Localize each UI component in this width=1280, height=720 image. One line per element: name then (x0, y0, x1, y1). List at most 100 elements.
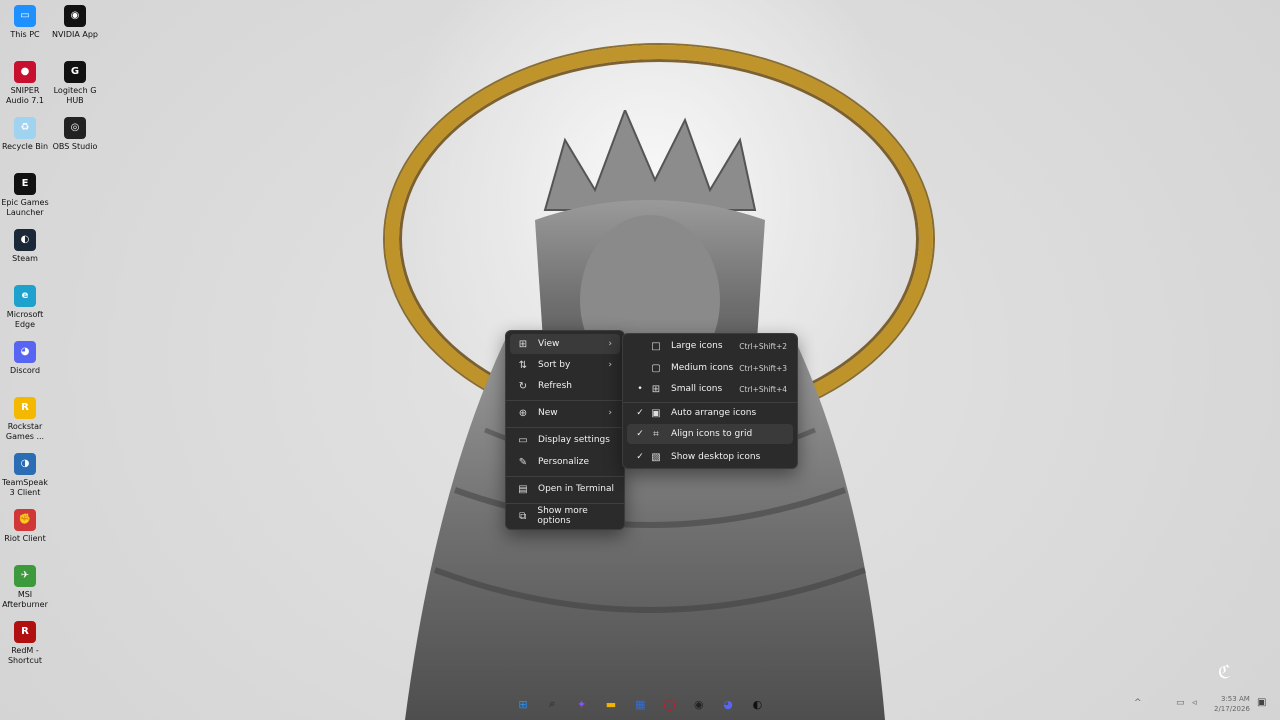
terminal-icon: ▤ (518, 483, 528, 495)
riot-icon: ✊ (14, 509, 36, 531)
menu-item-personalize[interactable]: ✎ Personalize (510, 452, 620, 472)
submenu-item-align-to-grid[interactable]: ✓ ⌗ Align icons to grid (627, 424, 793, 444)
desktop-icon[interactable]: E Epic Games Launcher (0, 173, 50, 218)
desktop-icon[interactable]: e Microsoft Edge (0, 285, 50, 330)
obs-icon: ◎ (64, 117, 86, 139)
menu-separator (506, 400, 624, 401)
notification-icon[interactable]: ▣ (1257, 697, 1266, 708)
submenu-item-auto-arrange[interactable]: ✓ ▣ Auto arrange icons (627, 403, 793, 423)
menu-item-new[interactable]: ⊕ New › (510, 403, 620, 423)
network-icon[interactable]: ▭ (1176, 698, 1185, 708)
sniper-audio-icon: ● (14, 61, 36, 83)
desktop-icon-label: Rockstar Games ... (5, 422, 45, 441)
desktop-icon[interactable]: ♻ Recycle Bin (0, 117, 50, 152)
redm-icon: R (14, 621, 36, 643)
checkmark-icon: ✓ (636, 452, 644, 462)
desktop-icon[interactable]: ◎ OBS Studio (50, 117, 100, 152)
desktop-icon-label: Microsoft Edge (6, 310, 44, 329)
radio-indicator: • (637, 384, 643, 394)
obs-taskbar-icon[interactable]: ◉ (690, 695, 708, 713)
desktop-icon[interactable]: ✈ MSI Afterburner (0, 565, 50, 610)
menu-item-show-more-options[interactable]: ⧉ Show more options (510, 506, 620, 526)
menu-item-sort-by-label: Sort by (538, 360, 571, 370)
desktop-icon[interactable]: ✊ Riot Client (0, 509, 50, 544)
show-desktop-icons-icon: ▧ (651, 451, 661, 463)
monitor-icon: ▭ (14, 5, 36, 27)
file-explorer-icon[interactable]: ▬ (602, 695, 620, 713)
view-submenu: □ Large icons Ctrl+Shift+2 ▢ Medium icon… (622, 333, 798, 469)
desktop-icon-label: RedM - Shortcut (7, 646, 43, 665)
clock-time[interactable]: 3:53 AM (1221, 695, 1250, 703)
menu-separator (506, 476, 624, 477)
desktop-icon[interactable]: R Rockstar Games ... (0, 397, 50, 442)
clock-date[interactable]: 2/17/2026 (1214, 705, 1250, 713)
rockstar-icon: R (14, 397, 36, 419)
menu-item-refresh[interactable]: ↻ Refresh (510, 376, 620, 396)
more-options-icon: ⧉ (519, 510, 527, 522)
desktop-icon-label: Riot Client (4, 534, 46, 543)
sort-icon: ⇅ (518, 359, 528, 371)
display-settings-icon: ▭ (518, 434, 528, 446)
submenu-item-label: Show desktop icons (671, 452, 761, 462)
desktop-icon-label: SNIPER Audio 7.1 (5, 86, 44, 105)
submenu-item-medium-icons[interactable]: ▢ Medium icons Ctrl+Shift+3 (627, 358, 793, 378)
refresh-icon: ↻ (518, 380, 528, 392)
steam-taskbar-icon[interactable]: ◐ (748, 695, 766, 713)
copilot-icon[interactable]: ✦ (573, 695, 591, 713)
desktop-icon-label: Logitech G HUB (53, 86, 97, 105)
menu-item-open-terminal-label: Open in Terminal (538, 484, 614, 494)
start-icon[interactable]: ⊞ (514, 695, 532, 713)
desktop-icon-label: OBS Studio (52, 142, 98, 151)
menu-item-new-label: New (538, 408, 558, 418)
volume-icon[interactable]: ◃ (1192, 698, 1197, 708)
desktop-icon[interactable]: ◉ NVIDIA App (50, 5, 100, 40)
menu-separator (506, 503, 624, 504)
checkmark-icon: ✓ (636, 429, 644, 439)
medium-icons-icon: ▢ (651, 362, 661, 374)
shortcut-text: Ctrl+Shift+3 (739, 363, 787, 373)
desktop-icon[interactable]: G Logitech G HUB (50, 61, 100, 106)
desktop-icon[interactable]: ◕ Discord (0, 341, 50, 376)
steam-icon: ◐ (14, 229, 36, 251)
auto-arrange-icon: ▣ (651, 407, 661, 419)
discord-taskbar-icon[interactable]: ◕ (719, 695, 737, 713)
discord-icon: ◕ (14, 341, 36, 363)
submenu-item-label: Small icons (671, 384, 723, 394)
desktop-icon-label: Discord (9, 366, 41, 375)
desktop-icon[interactable]: ◐ Steam (0, 229, 50, 264)
store-icon[interactable]: ▦ (631, 695, 649, 713)
menu-item-open-terminal[interactable]: ▤ Open in Terminal (510, 479, 620, 499)
desktop-icon[interactable]: ● SNIPER Audio 7.1 (0, 61, 50, 106)
search-icon[interactable]: ⌕ (543, 695, 561, 713)
chevron-right-icon: › (608, 408, 612, 418)
desktop-icon-label: Recycle Bin (1, 142, 49, 151)
desktop-icon[interactable]: ◑ TeamSpeak 3 Client (0, 453, 50, 498)
menu-separator (506, 427, 624, 428)
desktop-context-menu: ⊞ View › ⇅ Sort by › ↻ Refresh ⊕ New › ▭… (505, 330, 625, 530)
submenu-item-label: Medium icons (671, 363, 734, 373)
menu-item-refresh-label: Refresh (538, 381, 572, 391)
new-icon: ⊕ (518, 407, 528, 419)
desktop-icon-label: Epic Games Launcher (1, 198, 49, 217)
desktop-icon-label: This PC (10, 30, 40, 39)
submenu-item-show-desktop-icons[interactable]: ✓ ▧ Show desktop icons (627, 447, 793, 467)
submenu-item-large-icons[interactable]: □ Large icons Ctrl+Shift+2 (627, 336, 793, 356)
opera-icon[interactable]: ◯ (661, 695, 679, 713)
menu-item-view-label: View (538, 339, 560, 349)
submenu-item-small-icons[interactable]: • ⊞ Small icons Ctrl+Shift+4 (627, 379, 793, 399)
desktop-icon-label: TeamSpeak 3 Client (2, 478, 48, 497)
chevron-right-icon: › (608, 360, 612, 370)
desktop-icon-label: MSI Afterburner (2, 590, 48, 609)
checkmark-icon: ✓ (636, 408, 644, 418)
teamspeak-icon: ◑ (14, 453, 36, 475)
menu-item-sort-by[interactable]: ⇅ Sort by › (510, 355, 620, 375)
desktop-icon[interactable]: ▭ This PC (0, 5, 50, 40)
submenu-item-label: Auto arrange icons (671, 408, 757, 418)
logitech-icon: G (64, 61, 86, 83)
menu-item-display-settings[interactable]: ▭ Display settings (510, 430, 620, 450)
shortcut-text: Ctrl+Shift+2 (739, 341, 787, 351)
tray-overflow-icon[interactable]: ^ (1134, 698, 1142, 708)
menu-item-view[interactable]: ⊞ View › (510, 334, 620, 354)
shortcut-text: Ctrl+Shift+4 (739, 384, 787, 394)
desktop-icon[interactable]: R RedM - Shortcut (0, 621, 50, 666)
